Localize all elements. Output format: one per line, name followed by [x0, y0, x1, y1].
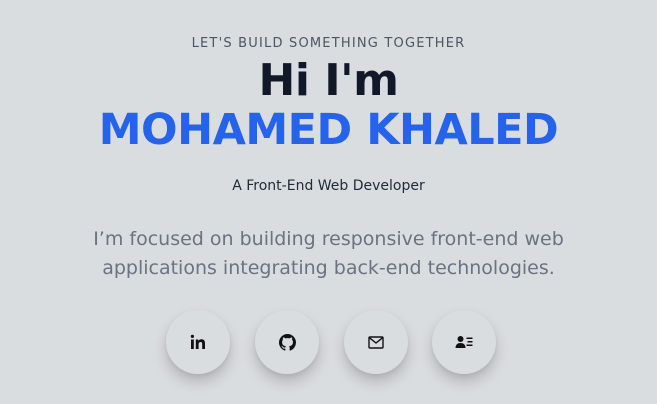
github-icon	[278, 333, 296, 351]
hero-section: LET'S BUILD SOMETHING TOGETHER Hi I'm MO…	[0, 0, 657, 404]
email-icon	[368, 335, 384, 349]
github-button[interactable]	[255, 310, 319, 374]
email-button[interactable]	[344, 310, 408, 374]
social-links	[0, 310, 657, 374]
contact-card-button[interactable]	[432, 310, 496, 374]
hero-name: MOHAMED KHALED	[98, 105, 559, 155]
contact-card-icon	[455, 335, 473, 349]
linkedin-icon	[190, 334, 206, 350]
hero-greeting: Hi I'm	[258, 55, 399, 106]
hero-tagline: LET'S BUILD SOMETHING TOGETHER	[191, 36, 466, 51]
hero-role: A Front-End Web Developer	[232, 178, 425, 194]
hero-description: I’m focused on building responsive front…	[93, 228, 564, 279]
linkedin-button[interactable]	[166, 310, 230, 374]
